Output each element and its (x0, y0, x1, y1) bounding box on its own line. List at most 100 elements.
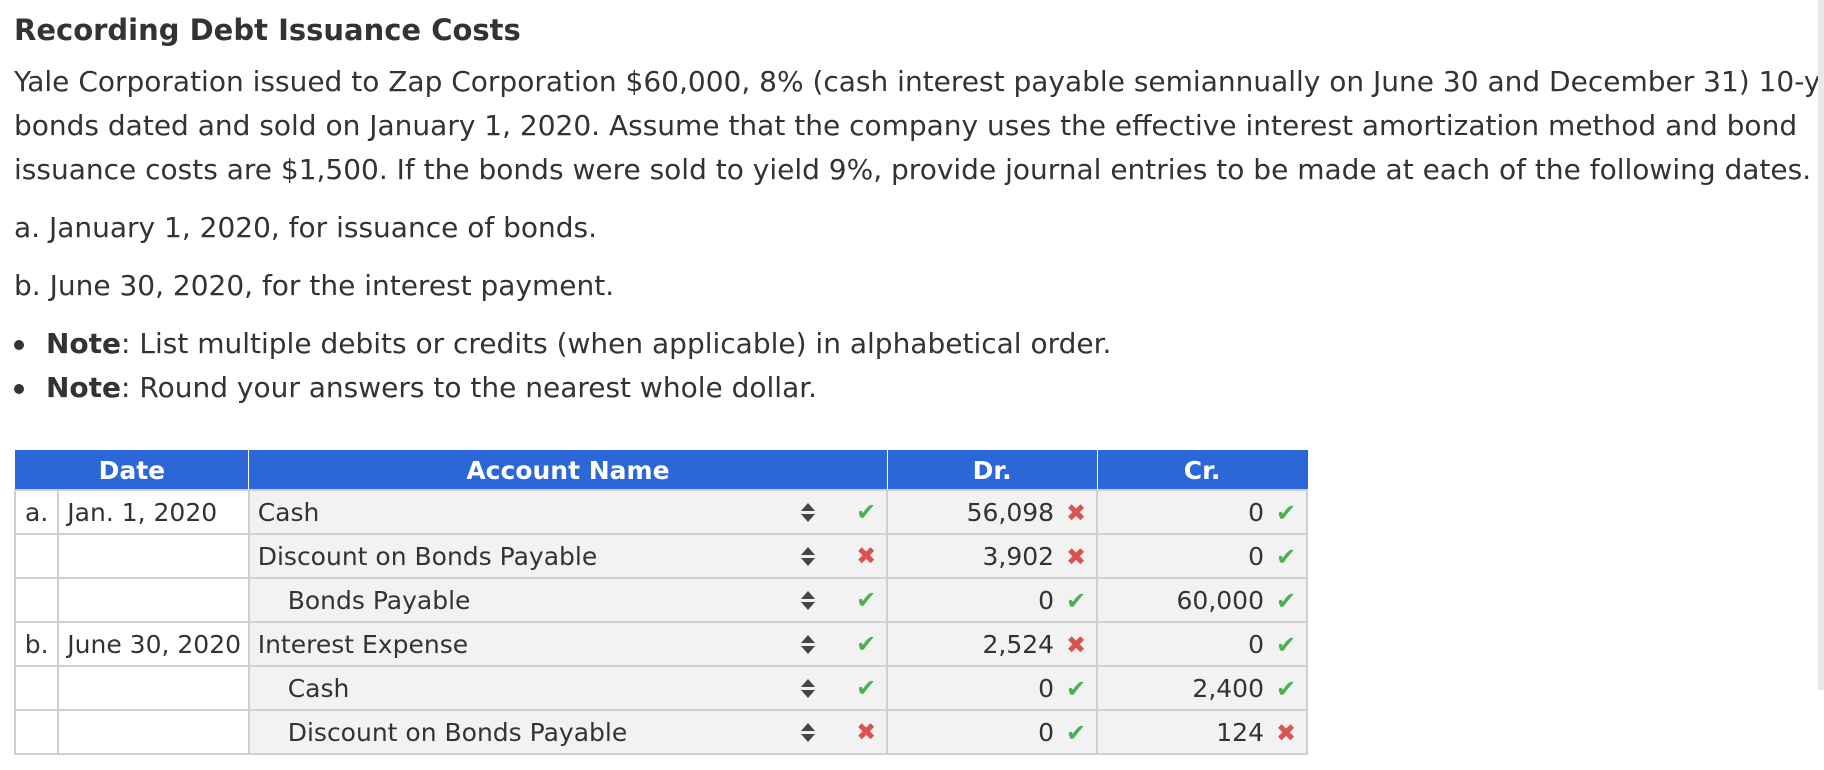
x-icon: ✖ (1065, 630, 1087, 659)
debit-input[interactable]: 3,902 ✖ (886, 533, 1099, 579)
check-icon: ✔ (1275, 674, 1297, 703)
date-cell[interactable]: June 30, 2020 (57, 621, 250, 667)
entry-letter: a. (13, 489, 60, 535)
account-name: Interest Expense (257, 629, 469, 659)
table-row: a. Jan. 1, 2020 Cash ✔ 56,098 ✖ 0 ✔ (13, 489, 1308, 535)
date-cell[interactable] (57, 577, 250, 623)
header-dr: Dr. (886, 450, 1098, 491)
check-icon: ✔ (1065, 718, 1087, 747)
account-select[interactable]: Cash ✔ (247, 489, 889, 535)
problem-line: Yale Corporation issued to Zap Corporati… (14, 65, 1824, 98)
x-icon: ✖ (1275, 718, 1297, 747)
note-text: : List multiple debits or credits (when … (121, 327, 1112, 360)
table-row: Discount on Bonds Payable ✖ 3,902 ✖ 0 ✔ (13, 533, 1308, 579)
debit-value: 0 (1038, 673, 1055, 703)
account-name: Discount on Bonds Payable (287, 717, 628, 747)
credit-input[interactable]: 0 ✔ (1096, 489, 1308, 535)
credit-input[interactable]: 124 ✖ (1096, 709, 1308, 755)
debit-value: 2,524 (982, 629, 1055, 659)
journal-table: Date Account Name Dr. Cr. a. Jan. 1, 2020… (13, 450, 1308, 755)
problem-line: bonds dated and sold on January 1, 2020.… (14, 109, 1798, 142)
check-icon: ✔ (1275, 542, 1297, 571)
date-cell[interactable]: Jan. 1, 2020 (57, 489, 250, 535)
header-date: Date (14, 450, 250, 491)
sort-arrows-icon[interactable] (798, 499, 818, 525)
journal-body: a. Jan. 1, 2020 Cash ✔ 56,098 ✖ 0 ✔ Discount on … (13, 489, 1308, 755)
header-cr: Cr. (1096, 450, 1308, 491)
notes-list: Note: List multiple debits or credits (w… (14, 322, 1804, 410)
date-cell[interactable] (57, 709, 250, 755)
check-icon: ✔ (856, 586, 877, 614)
credit-value: 124 (1216, 717, 1264, 747)
table-row: Cash ✔ 0 ✔ 2,400 ✔ (13, 665, 1308, 711)
account-select[interactable]: Bonds Payable ✔ (247, 577, 889, 623)
problem-line: issuance costs are $1,500. If the bonds … (14, 153, 1812, 186)
table-row: Bonds Payable ✔ 0 ✔ 60,000 ✔ (13, 577, 1308, 623)
check-icon: ✔ (1065, 674, 1087, 703)
credit-input[interactable]: 0 ✔ (1096, 621, 1308, 667)
note-label: Note (46, 327, 122, 360)
sort-arrows-icon[interactable] (798, 587, 818, 613)
entry-letter: b. (13, 621, 60, 667)
credit-value: 0 (1248, 629, 1264, 659)
requirement-a: a. January 1, 2020, for issuance of bond… (14, 211, 598, 244)
table-row: b. June 30, 2020 Interest Expense ✔ 2,524 ✖ 0 ✔ (13, 621, 1308, 667)
check-icon: ✔ (856, 630, 877, 658)
credit-input[interactable]: 0 ✔ (1096, 533, 1308, 579)
account-select[interactable]: Interest Expense ✔ (247, 621, 889, 667)
x-icon: ✖ (1065, 498, 1087, 527)
problem-content: Recording Debt Issuance Costs Yale Corpo… (14, 8, 1824, 410)
problem-text: Yale Corporation issued to Zap Corporati… (14, 60, 1824, 192)
sort-arrows-icon[interactable] (798, 543, 818, 569)
note-item: Note: List multiple debits or credits (w… (14, 322, 1804, 366)
account-name: Discount on Bonds Payable (257, 541, 598, 571)
debit-input[interactable]: 0 ✔ (886, 577, 1099, 623)
check-icon: ✔ (1275, 498, 1297, 527)
debit-value: 56,098 (966, 497, 1055, 527)
credit-value: 60,000 (1176, 585, 1264, 615)
header-account: Account Name (248, 450, 888, 491)
note-item: Note: Round your answers to the nearest … (14, 366, 1804, 410)
sort-arrows-icon[interactable] (798, 719, 818, 745)
debit-value: 3,902 (982, 541, 1055, 571)
debit-input[interactable]: 2,524 ✖ (886, 621, 1099, 667)
date-cell[interactable] (57, 665, 250, 711)
check-icon: ✔ (856, 674, 877, 702)
check-icon: ✔ (1065, 586, 1087, 615)
debit-input[interactable]: 0 ✔ (886, 665, 1099, 711)
account-name: Cash (287, 673, 350, 703)
entry-letter (13, 533, 60, 579)
entry-letter (13, 665, 60, 711)
debit-value: 0 (1038, 717, 1055, 747)
account-name: Bonds Payable (287, 585, 471, 615)
check-icon: ✔ (1275, 630, 1297, 659)
x-icon: ✖ (856, 542, 877, 570)
debit-input[interactable]: 56,098 ✖ (886, 489, 1099, 535)
debit-value: 0 (1038, 585, 1055, 615)
table-header-row: Date Account Name Dr. Cr. (14, 450, 1308, 491)
sort-arrows-icon[interactable] (798, 675, 818, 701)
debit-input[interactable]: 0 ✔ (886, 709, 1099, 755)
scrollbar[interactable] (1818, 0, 1824, 690)
credit-value: 0 (1248, 497, 1264, 527)
x-icon: ✖ (1065, 542, 1087, 571)
x-icon: ✖ (856, 718, 877, 746)
account-select[interactable]: Cash ✔ (247, 665, 889, 711)
note-label: Note (46, 371, 122, 404)
sort-arrows-icon[interactable] (798, 631, 818, 657)
requirement-b: b. June 30, 2020, for the interest payme… (14, 269, 615, 302)
check-icon: ✔ (1275, 586, 1297, 615)
account-select[interactable]: Discount on Bonds Payable ✖ (247, 709, 889, 755)
table-row: Discount on Bonds Payable ✖ 0 ✔ 124 ✖ (13, 709, 1308, 755)
check-icon: ✔ (856, 498, 877, 526)
credit-input[interactable]: 60,000 ✔ (1096, 577, 1308, 623)
account-select[interactable]: Discount on Bonds Payable ✖ (247, 533, 889, 579)
date-cell[interactable] (57, 533, 250, 579)
entry-letter (13, 709, 60, 755)
credit-value: 0 (1248, 541, 1264, 571)
page-title: Recording Debt Issuance Costs (14, 13, 521, 47)
account-name: Cash (257, 497, 320, 527)
credit-value: 2,400 (1192, 673, 1264, 703)
credit-input[interactable]: 2,400 ✔ (1096, 665, 1308, 711)
entry-letter (13, 577, 60, 623)
